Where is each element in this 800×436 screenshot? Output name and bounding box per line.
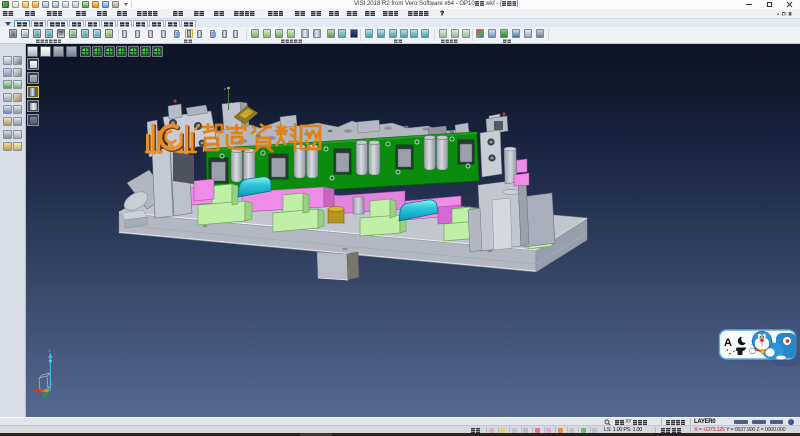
svg-text:z: z [224,86,226,91]
svg-text:A: A [724,337,732,349]
svg-text:z: z [49,348,51,353]
